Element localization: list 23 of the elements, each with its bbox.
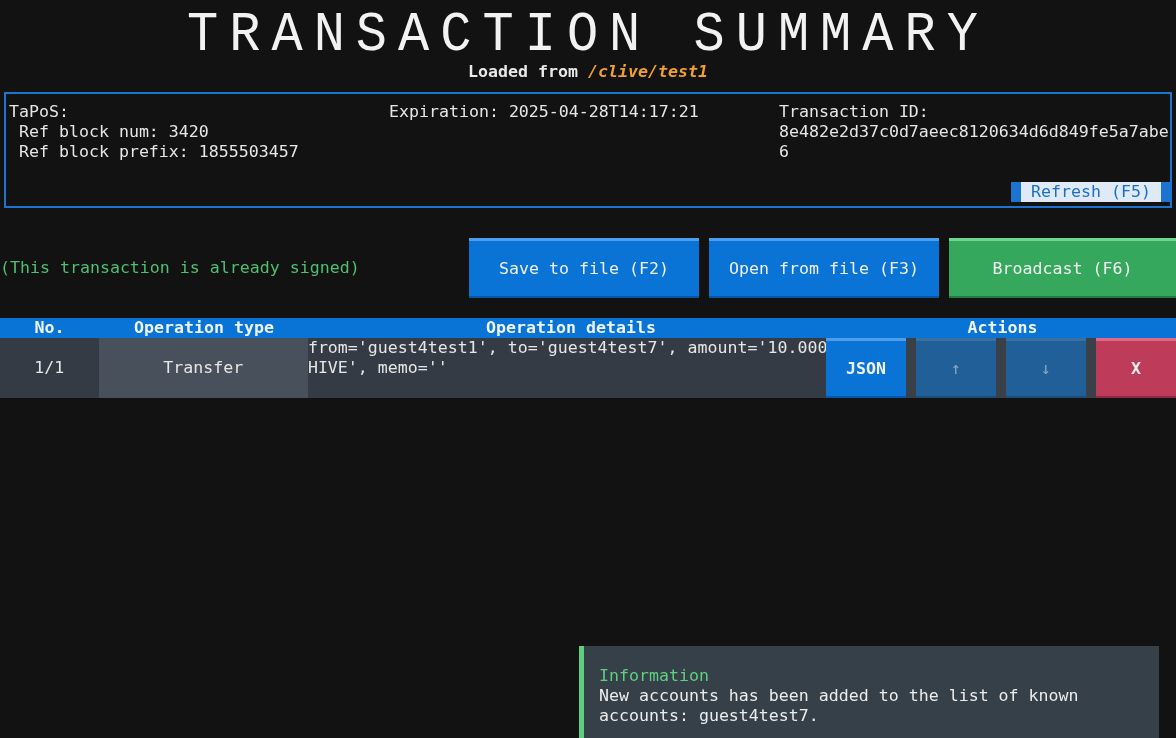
file-path: /clive/test1	[588, 62, 708, 82]
notification-message: New accounts has been added to the list of known accounts: guest4test7.	[599, 686, 1080, 726]
ref-block-num: Ref block num: 3420	[18, 122, 210, 142]
column-header: Actions	[966, 318, 1039, 338]
action-button[interactable]: Save to file (F2)	[469, 238, 699, 298]
loaded-from-label: Loaded from	[468, 62, 578, 82]
expiration: Expiration: 2025-04-28T14:17:21	[389, 102, 700, 122]
table-cell: Transfer	[98, 338, 308, 398]
column-header: Operation type	[133, 318, 275, 338]
tapos-label: TaPoS:	[9, 102, 70, 122]
ref-block-prefix: Ref block prefix: 1855503457	[18, 142, 300, 162]
notification-title: Information	[599, 666, 710, 686]
table-cell: 1/1	[0, 338, 99, 398]
column-header: No.	[33, 318, 66, 338]
row-action-button[interactable]: JSON	[826, 338, 906, 398]
action-button[interactable]: Broadcast (F6)	[949, 238, 1176, 298]
column-header: Operation details	[485, 318, 657, 338]
signed-status: (This transaction is already signed)	[0, 258, 361, 278]
refresh-button[interactable]: Refresh (F5)	[1011, 182, 1171, 202]
transaction-id-label: Transaction ID:	[779, 102, 930, 122]
action-button[interactable]: Open from file (F3)	[709, 238, 939, 298]
transaction-id: 8e482e2d37c0d7aeec8120634d6d849fe5a7abe6	[779, 122, 1169, 162]
row-action-button[interactable]: X	[1096, 338, 1176, 398]
